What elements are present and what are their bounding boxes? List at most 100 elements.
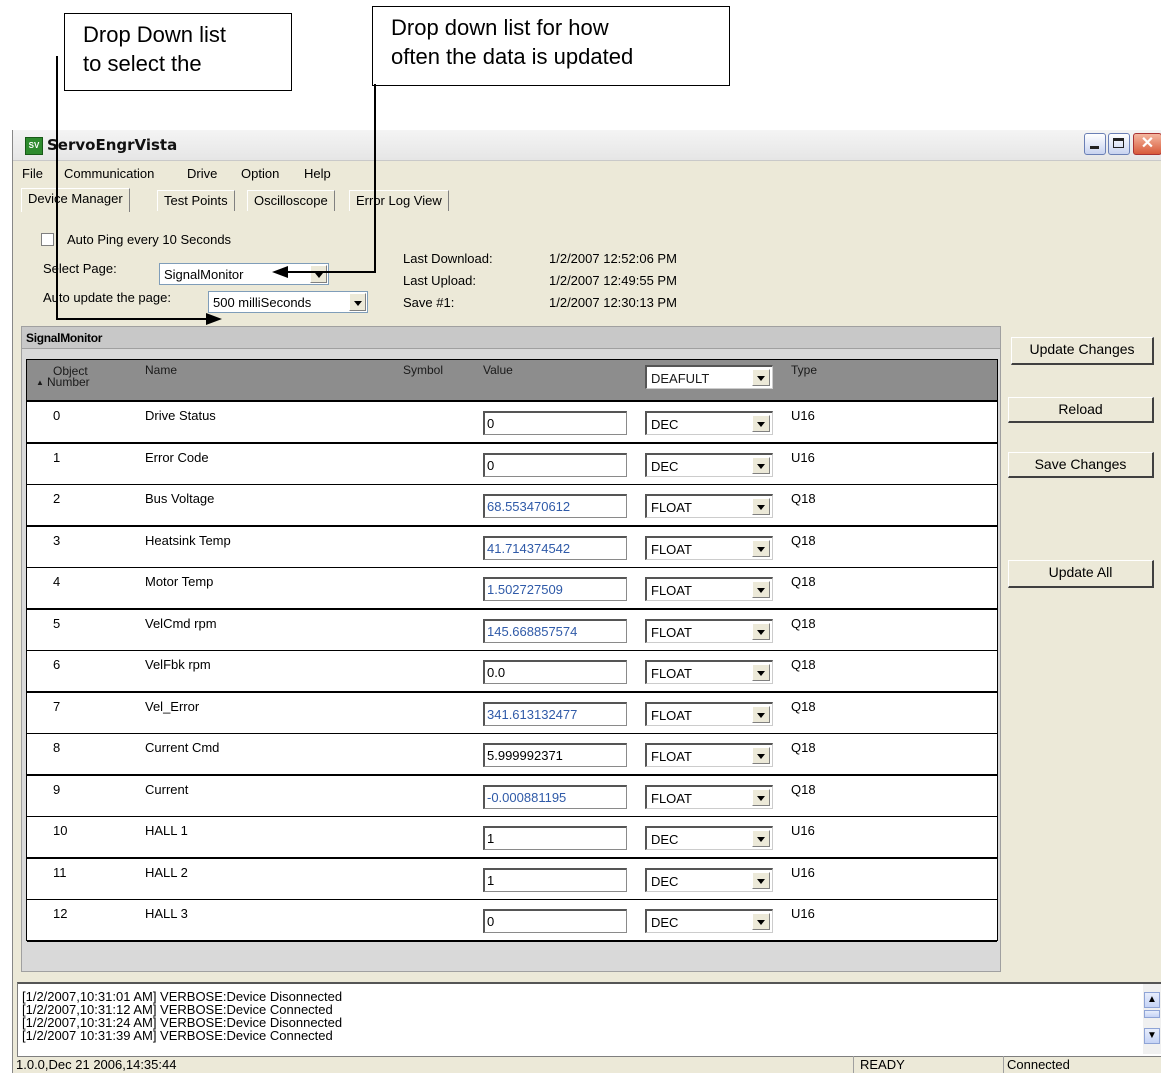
auto-ping-checkbox[interactable] — [41, 233, 54, 246]
format-dropdown[interactable]: FLOAT — [645, 577, 773, 601]
app-icon: SV — [25, 137, 43, 155]
maximize-button[interactable] — [1108, 133, 1130, 155]
format-dropdown[interactable]: FLOAT — [645, 660, 773, 684]
value-input[interactable]: 145.668857574 — [483, 618, 627, 643]
event-log[interactable]: [1/2/2007,10:31:01 AM] VERBOSE:Device Di… — [17, 982, 1161, 1057]
cell-type: U16 — [791, 864, 815, 880]
reload-button[interactable]: Reload — [1008, 397, 1154, 423]
tab-test-points[interactable]: Test Points — [157, 190, 235, 211]
format-dropdown[interactable]: DEC — [645, 411, 773, 435]
chevron-down-icon[interactable] — [752, 622, 770, 640]
menu-option[interactable]: Option — [241, 166, 279, 181]
tab-device-manager[interactable]: Device Manager — [21, 188, 130, 212]
cell-name: Current — [145, 781, 189, 797]
value-input[interactable]: 5.999992371 — [483, 743, 627, 767]
value-input[interactable]: 1 — [483, 826, 627, 850]
table-row[interactable]: 11 HALL 2 1 DEC U16 — [27, 858, 997, 901]
cell-type: U16 — [791, 906, 815, 921]
menu-communication[interactable]: Communication — [64, 166, 154, 181]
log-scrollbar[interactable]: ▲ ▼ — [1143, 984, 1161, 1054]
table-row[interactable]: 0 Drive Status 0 DEC U16 — [27, 402, 997, 444]
format-dropdown[interactable]: DEC — [645, 909, 773, 933]
chevron-down-icon[interactable] — [752, 415, 770, 432]
value-input[interactable]: 1.502727509 — [483, 577, 627, 601]
auto-update-dropdown[interactable]: 500 milliSeconds — [208, 291, 368, 313]
format-dropdown[interactable]: FLOAT — [645, 701, 773, 726]
chevron-down-icon[interactable] — [752, 705, 770, 723]
format-dropdown[interactable]: FLOAT — [645, 784, 773, 809]
value-input[interactable]: 41.714374542 — [483, 535, 627, 560]
chevron-down-icon[interactable] — [752, 871, 770, 889]
menu-file[interactable]: File — [22, 166, 43, 181]
value-input[interactable]: -0.000881195 — [483, 784, 627, 809]
value-input[interactable]: 0.0 — [483, 660, 627, 684]
table-row[interactable]: 5 VelCmd rpm 145.668857574 FLOAT Q18 — [27, 609, 997, 652]
format-dropdown[interactable]: DEC — [645, 826, 773, 850]
cell-object-number: 11 — [53, 864, 67, 880]
scroll-up-icon[interactable]: ▲ — [1144, 992, 1160, 1008]
table-row[interactable]: 9 Current -0.000881195 FLOAT Q18 — [27, 775, 997, 818]
chevron-down-icon[interactable] — [752, 664, 770, 681]
tab-error-log-view[interactable]: Error Log View — [349, 190, 449, 211]
minimize-button[interactable] — [1084, 133, 1106, 155]
select-page-dropdown[interactable]: SignalMonitor — [159, 263, 329, 285]
table-row[interactable]: 10 HALL 1 1 DEC U16 — [27, 817, 997, 859]
table-row[interactable]: 4 Motor Temp 1.502727509 FLOAT Q18 — [27, 568, 997, 610]
format-dropdown[interactable]: DEC — [645, 867, 773, 892]
format-dropdown[interactable]: FLOAT — [645, 743, 773, 767]
chevron-down-icon[interactable] — [752, 830, 770, 847]
cell-object-number: 12 — [53, 906, 68, 921]
cell-object-number: 2 — [53, 491, 61, 506]
chevron-down-icon[interactable] — [752, 369, 770, 386]
chevron-down-icon[interactable] — [752, 913, 770, 930]
update-changes-button[interactable]: Update Changes — [1011, 337, 1154, 365]
chevron-down-icon[interactable] — [310, 265, 327, 283]
chevron-down-icon[interactable] — [752, 456, 770, 474]
value-input[interactable]: 0 — [483, 909, 627, 933]
cell-type: Q18 — [791, 657, 816, 672]
menu-drive[interactable]: Drive — [187, 166, 217, 181]
chevron-down-icon[interactable] — [752, 788, 770, 806]
table-row[interactable]: 3 Heatsink Temp 41.714374542 FLOAT Q18 — [27, 526, 997, 569]
format-dropdown[interactable]: FLOAT — [645, 618, 773, 643]
value-input[interactable]: 1 — [483, 867, 627, 892]
format-value: FLOAT — [651, 707, 692, 723]
cell-name: HALL 1 — [145, 823, 188, 838]
format-dropdown[interactable]: FLOAT — [645, 494, 773, 518]
scroll-down-icon[interactable]: ▼ — [1144, 1028, 1160, 1044]
value-input[interactable]: 68.553470612 — [483, 494, 627, 518]
close-button[interactable]: ✕ — [1133, 133, 1161, 155]
value-input[interactable]: 341.613132477 — [483, 701, 627, 726]
table-row[interactable]: 8 Current Cmd 5.999992371 FLOAT Q18 — [27, 734, 997, 776]
header-symbol[interactable]: Symbol — [403, 364, 443, 376]
value-input[interactable]: 0 — [483, 411, 627, 435]
format-dropdown[interactable]: FLOAT — [645, 535, 773, 560]
tab-oscilloscope[interactable]: Oscilloscope — [247, 190, 335, 211]
header-type[interactable]: Type — [791, 364, 817, 376]
default-format-dropdown[interactable]: DEAFULT — [645, 365, 773, 389]
scroll-thumb[interactable] — [1144, 1010, 1160, 1018]
chevron-down-icon[interactable] — [752, 539, 770, 557]
table-row[interactable]: 7 Vel_Error 341.613132477 FLOAT Q18 — [27, 692, 997, 735]
update-all-button[interactable]: Update All — [1008, 560, 1154, 588]
header-value[interactable]: Value — [483, 364, 513, 376]
menu-help[interactable]: Help — [304, 166, 331, 181]
cell-type: Q18 — [791, 615, 816, 631]
format-dropdown[interactable]: DEC — [645, 452, 773, 477]
chevron-down-icon[interactable] — [349, 293, 366, 311]
auto-update-value: 500 milliSeconds — [213, 295, 312, 310]
format-value: FLOAT — [651, 790, 692, 806]
table-row[interactable]: 12 HALL 3 0 DEC U16 — [27, 900, 997, 942]
title-bar[interactable]: SV ServoEngrVista ✕ — [13, 130, 1161, 161]
chevron-down-icon[interactable] — [752, 581, 770, 598]
table-row[interactable]: 6 VelFbk rpm 0.0 FLOAT Q18 — [27, 651, 997, 693]
chevron-down-icon[interactable] — [752, 747, 770, 764]
header-name[interactable]: Name — [145, 364, 177, 376]
table-row[interactable]: 2 Bus Voltage 68.553470612 FLOAT Q18 — [27, 485, 997, 527]
header-number[interactable]: Number — [47, 376, 90, 388]
table-row[interactable]: 1 Error Code 0 DEC U16 — [27, 443, 997, 486]
cell-type: Q18 — [791, 781, 816, 797]
save-changes-button[interactable]: Save Changes — [1008, 452, 1154, 478]
chevron-down-icon[interactable] — [752, 498, 770, 515]
value-input[interactable]: 0 — [483, 452, 627, 477]
